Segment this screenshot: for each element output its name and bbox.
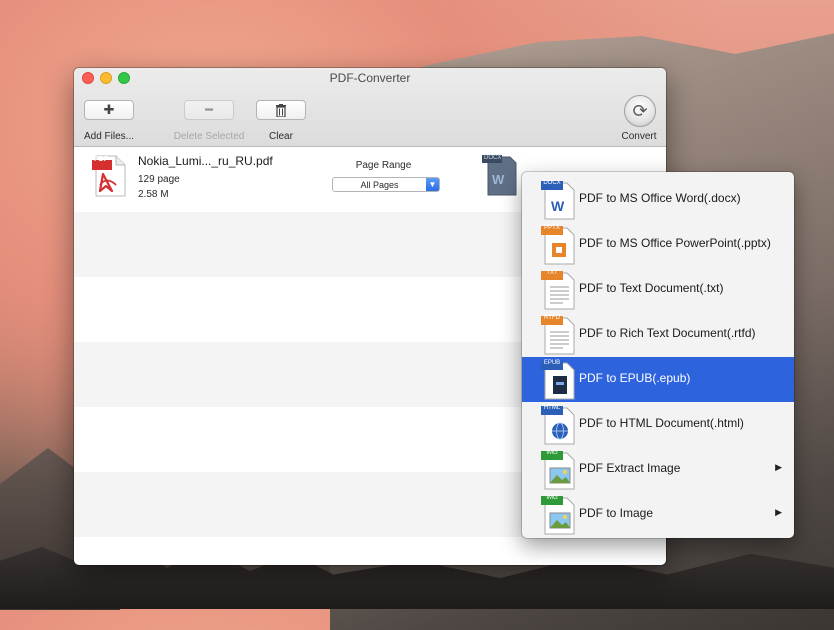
page-range-label: Page Range [355,160,412,171]
add-files-label: Add Files... [83,131,135,142]
file-size: 2.58 M [138,189,169,200]
rtfd-badge: RTFD [544,315,560,321]
convert-button[interactable]: ⟳ [624,95,656,127]
epub-document-icon [541,361,575,400]
add-files-button[interactable]: ✚ [84,100,134,120]
page-range-value: All Pages [360,179,399,190]
rich-text-document-icon [541,316,575,355]
delete-selected-button[interactable]: ━ [184,100,234,120]
pptx-badge: PPTX [544,225,560,231]
convert-label: Convert [621,131,657,142]
plus-icon: ✚ [103,102,115,117]
html-badge: HTML [543,405,561,411]
img-badge: IMG [546,495,558,501]
svg-text:W: W [492,172,505,187]
img-badge: IMG [546,450,558,456]
menu-item-label: PDF to MS Office Word(.docx) [579,191,741,205]
trash-icon [276,103,286,117]
pdf-badge-text: PDF [94,156,108,163]
menu-item-label: PDF to Text Document(.txt) [579,281,724,295]
submenu-arrow-icon: ▶ [775,462,782,472]
svg-text:W: W [551,198,565,214]
chevron-down-icon: ▼ [426,178,439,191]
clear-button[interactable] [256,100,306,120]
html-document-icon [541,406,575,445]
minus-icon: ━ [205,102,213,117]
window-title: PDF-Converter [329,71,411,85]
image-document-icon [541,451,575,490]
epub-badge: EPUB [543,360,561,366]
target-format-button[interactable]: W DOCX [482,153,518,197]
powerpoint-document-icon [541,226,575,265]
text-document-icon [541,271,575,310]
docx-badge: DOCX [543,180,561,186]
titlebar: PDF-Converter ✚ Add Files... ━ Delete Se… [74,68,666,147]
empty-row [74,537,666,565]
file-page-count: 129 page [138,174,180,185]
delete-selected-label: Delete Selected [173,131,245,142]
menu-item-label: PDF to MS Office PowerPoint(.pptx) [579,236,771,250]
page-range-select[interactable]: All Pages ▼ [332,177,440,192]
refresh-icon: ⟳ [632,100,648,121]
image-document-icon [541,496,575,535]
menu-item-label: PDF to HTML Document(.html) [579,416,744,430]
submenu-arrow-icon: ▶ [775,507,782,517]
menu-item-label: PDF to Image [579,506,654,520]
file-name: Nokia_Lumi..._ru_RU.pdf [138,154,273,168]
menu-item-label: PDF to EPUB(.epub) [579,371,691,385]
word-document-icon: W [541,181,575,220]
clear-label: Clear [269,131,293,142]
menu-item-label: PDF Extract Image [579,461,681,475]
target-format-badge: DOCX [484,155,502,161]
txt-badge: TXT [546,270,558,276]
menu-item-label: PDF to Rich Text Document(.rtfd) [579,326,756,340]
